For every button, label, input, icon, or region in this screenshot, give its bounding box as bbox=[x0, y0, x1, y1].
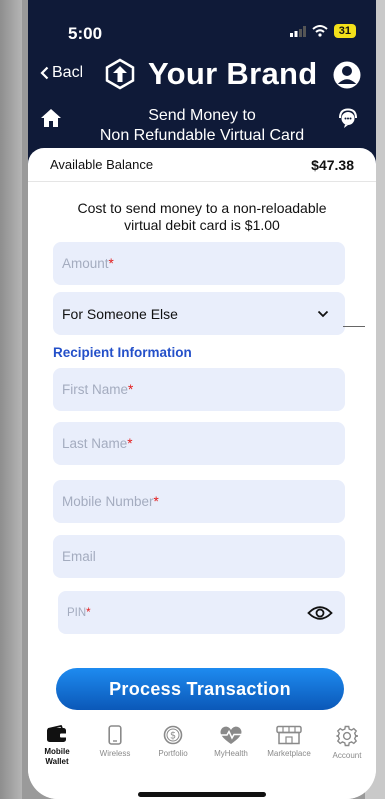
mobile-number-field[interactable]: Mobile Number * bbox=[53, 480, 345, 523]
balance-row: Available Balance $47.38 bbox=[50, 157, 354, 173]
background-left-strip bbox=[0, 0, 22, 799]
balance-value: $47.38 bbox=[311, 157, 354, 173]
required-marker: * bbox=[153, 494, 159, 509]
back-label: Back bbox=[52, 64, 82, 81]
tab-label: Marketplace bbox=[267, 749, 311, 758]
tab-account[interactable]: Account bbox=[319, 713, 375, 783]
gear-icon bbox=[336, 725, 358, 747]
dollar-coin-icon: $ bbox=[163, 725, 183, 745]
recipient-type-select[interactable]: For Someone Else bbox=[53, 292, 345, 335]
pin-field[interactable]: PIN* bbox=[58, 591, 345, 634]
recipient-type-value: For Someone Else bbox=[62, 305, 178, 322]
eye-icon[interactable] bbox=[307, 605, 333, 621]
form-panel: Available Balance $47.38 Cost to send mo… bbox=[28, 148, 376, 799]
home-button[interactable] bbox=[40, 108, 62, 133]
phone-screen: 5:00 31 Back bbox=[28, 0, 376, 799]
process-transaction-button[interactable]: Process Transaction bbox=[56, 668, 344, 710]
tab-label: Account bbox=[332, 751, 362, 760]
divider bbox=[28, 181, 376, 182]
side-line bbox=[343, 326, 365, 327]
support-headset-icon bbox=[339, 108, 357, 128]
brand-name: Your Brand bbox=[148, 56, 318, 91]
svg-text:$: $ bbox=[170, 731, 176, 742]
pin-placeholder: PIN bbox=[67, 606, 87, 619]
required-marker: * bbox=[127, 436, 133, 451]
app-header: 5:00 31 Back bbox=[28, 0, 376, 165]
first-name-field[interactable]: First Name * bbox=[53, 368, 345, 411]
tab-label: Mobile bbox=[44, 747, 70, 756]
page-title: Send Money to Non Refundable Virtual Car… bbox=[68, 106, 336, 146]
wallet-icon bbox=[47, 725, 67, 742]
bottom-tab-bar: Mobile Wallet Wireless $ Portfolio MyHea… bbox=[28, 713, 376, 783]
status-icons: 31 bbox=[289, 24, 356, 38]
required-marker: * bbox=[108, 256, 114, 271]
brand-logo: Your Brand bbox=[104, 56, 318, 92]
heart-pulse-icon bbox=[220, 726, 242, 744]
email-placeholder: Email bbox=[62, 549, 96, 564]
profile-button[interactable] bbox=[332, 60, 362, 95]
fee-notice: Cost to send money to a non-reloadable v… bbox=[77, 200, 327, 233]
store-icon bbox=[276, 725, 302, 745]
required-marker: * bbox=[128, 382, 134, 397]
brand-arrow-icon bbox=[105, 58, 135, 90]
wifi-icon bbox=[312, 25, 328, 37]
tab-portfolio[interactable]: $ Portfolio bbox=[145, 713, 201, 783]
last-name-placeholder: Last Name bbox=[62, 436, 128, 451]
amount-placeholder: Amount bbox=[62, 256, 109, 271]
back-button[interactable]: Back bbox=[40, 64, 82, 82]
last-name-field[interactable]: Last Name * bbox=[53, 422, 345, 465]
email-field[interactable]: Email bbox=[53, 535, 345, 578]
mobile-number-placeholder: Mobile Number bbox=[62, 494, 154, 509]
support-button[interactable] bbox=[336, 106, 360, 135]
tab-label: MyHealth bbox=[214, 749, 248, 758]
page-title-line1: Send Money to bbox=[148, 107, 256, 124]
signal-icon bbox=[289, 25, 306, 37]
page-title-line2: Non Refundable Virtual Card bbox=[99, 127, 305, 144]
balance-label: Available Balance bbox=[50, 157, 154, 172]
phone-icon bbox=[108, 725, 122, 745]
tab-wireless[interactable]: Wireless bbox=[87, 713, 143, 783]
home-indicator bbox=[138, 792, 266, 797]
amount-field[interactable]: Amount * bbox=[53, 242, 345, 285]
battery-indicator: 31 bbox=[333, 24, 356, 38]
recipient-section-label: Recipient Information bbox=[53, 345, 192, 360]
tab-myhealth[interactable]: MyHealth bbox=[203, 713, 259, 783]
required-marker: * bbox=[86, 606, 91, 619]
status-time: 5:00 bbox=[68, 24, 103, 43]
first-name-placeholder: First Name bbox=[62, 382, 129, 397]
tab-label: Wallet bbox=[45, 757, 69, 766]
home-icon bbox=[41, 109, 61, 127]
chevron-down-icon bbox=[317, 310, 329, 317]
tab-label: Portfolio bbox=[158, 749, 188, 758]
tab-mobile-wallet[interactable]: Mobile Wallet bbox=[29, 713, 85, 783]
user-avatar-icon bbox=[333, 61, 361, 89]
chevron-left-icon bbox=[40, 66, 49, 80]
tab-marketplace[interactable]: Marketplace bbox=[261, 713, 317, 783]
tab-label: Wireless bbox=[99, 749, 131, 758]
